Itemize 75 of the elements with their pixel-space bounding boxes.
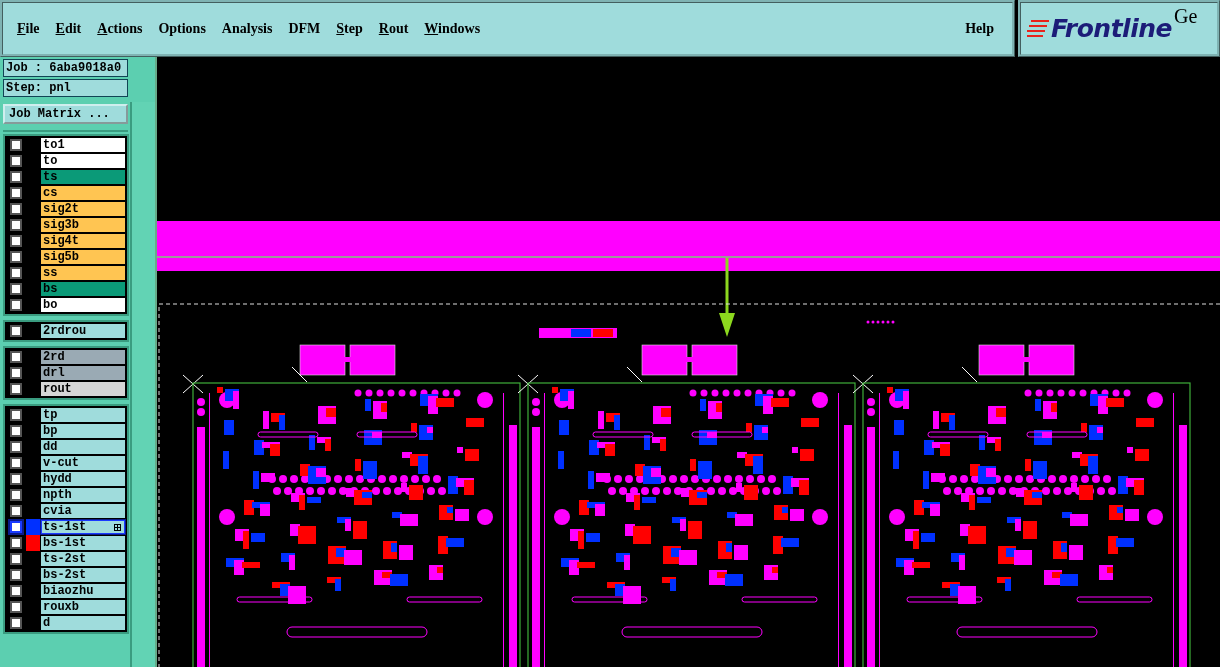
layer-name[interactable]: rouxb — [40, 599, 126, 615]
layer-checkbox[interactable] — [10, 325, 22, 337]
job-matrix-button[interactable]: Job Matrix ... — [3, 104, 128, 124]
layer-name[interactable]: bs — [40, 281, 126, 297]
speed-lines-icon — [1027, 17, 1049, 40]
layer-checkbox[interactable] — [10, 473, 22, 485]
layer-checkbox[interactable] — [10, 441, 22, 453]
layer-name[interactable]: tp — [40, 407, 126, 423]
menu-item[interactable]: Rout — [370, 20, 417, 37]
layer-name[interactable]: sig4t — [40, 233, 126, 249]
menu-item[interactable]: DFM — [280, 20, 329, 37]
layer-checkbox[interactable] — [10, 299, 22, 311]
menu-item[interactable]: Windows — [416, 20, 489, 37]
layer-checkbox[interactable] — [10, 489, 22, 501]
layer-checkbox[interactable] — [10, 155, 22, 167]
layer-checkbox[interactable] — [10, 251, 22, 263]
layer-checkbox[interactable] — [10, 569, 22, 581]
layer-checkbox[interactable] — [10, 505, 22, 517]
layer-checkbox[interactable] — [10, 267, 22, 279]
layer-name[interactable]: dd — [40, 439, 126, 455]
layer-name[interactable]: cvia — [40, 503, 126, 519]
layer-name[interactable]: sig2t — [40, 201, 126, 217]
layer-checkbox[interactable] — [10, 537, 22, 549]
layer-checkbox[interactable] — [10, 409, 22, 421]
grid-icon — [114, 523, 121, 531]
layer-name[interactable]: ts-2st — [40, 551, 126, 567]
menu-item[interactable]: Options — [150, 20, 214, 37]
layer-checkbox[interactable] — [10, 171, 22, 183]
layer-name[interactable]: 2rd — [40, 349, 126, 365]
layer-checkbox[interactable] — [10, 235, 22, 247]
menu-item[interactable]: Step — [328, 20, 371, 37]
layer-name[interactable]: cs — [40, 185, 126, 201]
layer-checkbox[interactable] — [10, 425, 22, 437]
layer-checkbox[interactable] — [10, 283, 22, 295]
menu-item[interactable]: Analysis — [213, 20, 281, 37]
layer-name[interactable]: sig5b — [40, 249, 126, 265]
layer-name[interactable]: bs-2st — [40, 567, 126, 583]
layer-name[interactable]: bo — [40, 297, 126, 313]
layer-name[interactable]: rout — [40, 381, 126, 397]
layer-name[interactable]: drl — [40, 365, 126, 381]
menu-item[interactable]: Edit — [47, 20, 90, 37]
logo-suffix: Ge — [1174, 5, 1198, 28]
layer-checkbox[interactable] — [10, 617, 22, 629]
layer-name[interactable]: ss — [40, 265, 126, 281]
layer-checkbox[interactable] — [10, 139, 22, 151]
layer-checkbox[interactable] — [10, 351, 22, 363]
layer-name[interactable]: d — [40, 615, 126, 631]
layer-checkbox[interactable] — [10, 601, 22, 613]
layer-checkbox[interactable] — [10, 521, 22, 533]
layer-name[interactable]: bs-1st — [40, 535, 126, 551]
layer-name[interactable]: hydd — [40, 471, 126, 487]
menu-item[interactable]: Actions — [89, 20, 151, 37]
layer-name[interactable]: biaozhu — [40, 583, 126, 599]
help-menu[interactable]: Help — [957, 20, 1002, 37]
layer-name[interactable]: bp — [40, 423, 126, 439]
layer-checkbox[interactable] — [10, 457, 22, 469]
layer-name[interactable]: 2rdrou — [40, 323, 126, 339]
layer-checkbox[interactable] — [10, 219, 22, 231]
layer-checkbox[interactable] — [10, 367, 22, 379]
layer-checkbox[interactable] — [10, 187, 22, 199]
layer-checkbox[interactable] — [10, 203, 22, 215]
layer-name[interactable]: ts — [40, 169, 126, 185]
layer-name[interactable]: sig3b — [40, 217, 126, 233]
layer-name[interactable]: v-cut — [40, 455, 126, 471]
layer-name[interactable]: npth — [40, 487, 126, 503]
layer-checkbox[interactable] — [10, 383, 22, 395]
menu-item[interactable]: File — [9, 20, 48, 37]
layer-name[interactable]: to1 — [40, 137, 126, 153]
layer-name[interactable]: ts-1st — [40, 519, 126, 535]
logo-text: Frontline — [1051, 14, 1172, 43]
layer-name[interactable]: to — [40, 153, 126, 169]
job-label: Job : 6aba9018a0 — [3, 59, 128, 77]
layer-checkbox[interactable] — [10, 585, 22, 597]
step-label: Step: pnl — [3, 79, 128, 97]
layer-checkbox[interactable] — [10, 553, 22, 565]
